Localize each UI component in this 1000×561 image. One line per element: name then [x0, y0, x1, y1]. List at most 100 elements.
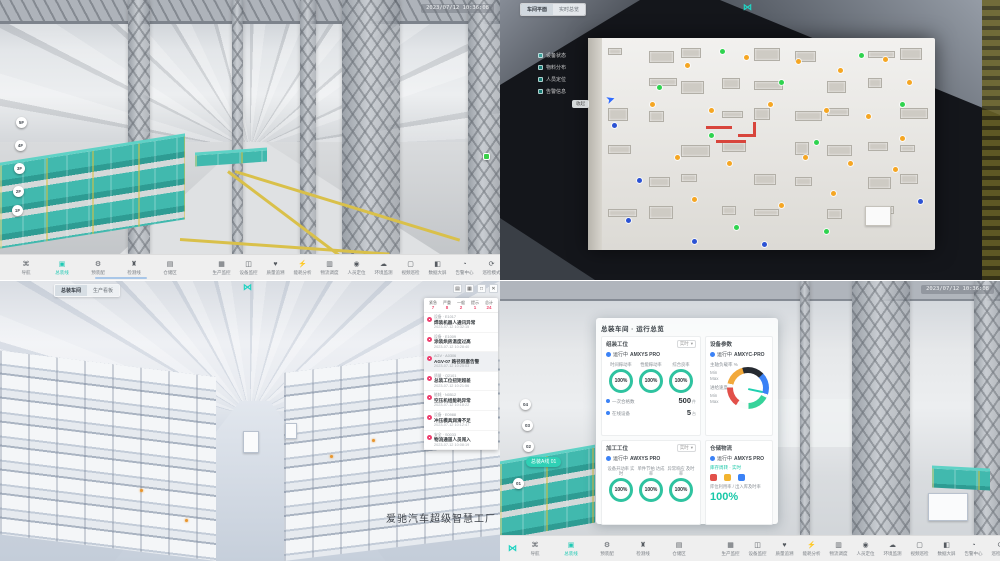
alarm-stat[interactable]: 严重 8	[440, 300, 454, 310]
status-dot[interactable]	[650, 102, 655, 107]
status-dot[interactable]	[893, 167, 898, 172]
toolbar-item[interactable]: ◧ 数据大屏	[424, 261, 451, 275]
toolbar-item[interactable]: ⚙ 预装配	[589, 542, 625, 556]
layer-toggle[interactable]: 设备状态	[538, 52, 566, 59]
alarm-stat[interactable]: 总计 24	[482, 300, 496, 310]
status-dot[interactable]	[779, 80, 784, 85]
status-dot[interactable]	[866, 114, 871, 119]
status-dot[interactable]	[883, 57, 888, 62]
layer-toggle[interactable]: 人员定位	[538, 76, 566, 83]
status-dot[interactable]	[796, 59, 801, 64]
toolbar-item[interactable]: ♥ 质量追溯	[262, 261, 289, 275]
status-dot[interactable]	[657, 85, 662, 90]
tool-button[interactable]: □	[477, 284, 486, 293]
toolbar-item[interactable]: ♜ 检测线	[116, 261, 152, 275]
app-logo-icon[interactable]: ⋈	[508, 543, 517, 554]
collapse-button[interactable]: 收起	[572, 100, 589, 108]
status-dot[interactable]	[768, 102, 773, 107]
status-dot[interactable]	[900, 136, 905, 141]
checkbox-icon[interactable]	[538, 77, 543, 82]
alarm-stat[interactable]: 提示 1	[468, 300, 482, 310]
tool-button[interactable]: ✕	[489, 284, 498, 293]
status-dot[interactable]	[720, 49, 725, 54]
toolbar-item[interactable]: ⌘ 导航	[8, 261, 44, 275]
status-dot[interactable]	[685, 63, 690, 68]
alarm-list-item[interactable]: 设备 · E1009 涂装烘房温度过高 2023-07-12 10:28:40	[424, 333, 498, 353]
toolbar-item[interactable]: ◉ 人员定位	[852, 542, 879, 556]
category-icon[interactable]	[738, 474, 745, 481]
view-tab[interactable]: 总装车间	[55, 285, 87, 296]
viewport-plant-map[interactable]: 车间平面 实时总览 ⋈ 设备状态 物料分布 人员定位	[500, 0, 1000, 280]
toolbar-item[interactable]: ▦ 生产监控	[717, 542, 744, 556]
status-dot[interactable]	[824, 229, 829, 234]
status-dot[interactable]	[814, 140, 819, 145]
toolbar-item[interactable]: ♜ 检测线	[625, 542, 661, 556]
category-icon[interactable]	[710, 474, 717, 481]
status-dot[interactable]	[734, 225, 739, 230]
toolbar-item[interactable]: ⌘ 导航	[517, 542, 553, 556]
status-dot[interactable]	[824, 108, 829, 113]
station-marker[interactable]: 04	[520, 399, 531, 410]
toolbar-item[interactable]: ☁ 环境监测	[879, 542, 906, 556]
toolbar-scroll-indicator[interactable]	[95, 277, 147, 279]
station-marker[interactable]: 02	[523, 441, 534, 452]
status-dot[interactable]	[918, 199, 923, 204]
toolbar-item[interactable]: ▣ 总装线	[553, 542, 589, 556]
status-dot[interactable]	[675, 155, 680, 160]
toolbar-item[interactable]: ☁ 环境监测	[370, 261, 397, 275]
status-dot[interactable]	[692, 197, 697, 202]
toolbar-item[interactable]: ▤ 仓储区	[661, 542, 697, 556]
toolbar-item[interactable]: ◫ 设备监控	[235, 261, 262, 275]
alarm-list-item[interactable]: 设备 · E0988 冲压模具润滑不足 2023-07-12 10:12:47	[424, 411, 498, 431]
toolbar-item[interactable]: ◔ 告警中心	[960, 542, 987, 556]
toolbar-item[interactable]: ▣ 总装线	[44, 261, 80, 275]
toolbar-item[interactable]: ▥ 物流调度	[825, 542, 852, 556]
alarm-list-item[interactable]: 设备 · E1017 焊装机器人通讯异常 2023-07-12 10:32:15	[424, 313, 498, 333]
status-dot[interactable]	[803, 155, 808, 160]
toolbar-item[interactable]: ▦ 生产监控	[208, 261, 235, 275]
floor-marker[interactable]: 1F	[12, 205, 23, 216]
toolbar-item[interactable]: ⚙ 预装配	[80, 261, 116, 275]
toolbar-item[interactable]: ▥ 物流调度	[316, 261, 343, 275]
floorplan-map[interactable]: ➤	[588, 38, 935, 250]
checkbox-icon[interactable]	[538, 89, 543, 94]
tool-button[interactable]: ▤	[453, 284, 462, 293]
alarm-list-item[interactable]: 质量 · Q2101 总装工位扭矩超差 2023-07-12 10:21:56	[424, 372, 498, 392]
floor-marker[interactable]: 2F	[13, 186, 24, 197]
alarm-list-item[interactable]: AGV · A0306 AGV-07 路径阻塞告警 2023-07-12 10:…	[424, 352, 498, 372]
checkbox-icon[interactable]	[538, 65, 543, 70]
status-dot[interactable]	[831, 191, 836, 196]
toolbar-item[interactable]: ⟳ 巡检模式	[987, 542, 1000, 556]
status-dot[interactable]	[744, 55, 749, 60]
status-dot[interactable]	[709, 133, 714, 138]
alarm-stat[interactable]: 紧急 7	[426, 300, 440, 310]
view-tab[interactable]: 车间平面	[521, 4, 553, 15]
status-dot[interactable]	[762, 242, 767, 247]
alarm-list-item[interactable]: 安全 · S0033 物流通道人员闯入 2023-07-12 10:08:19	[424, 431, 498, 451]
user-position-icon[interactable]: ➤	[604, 92, 617, 107]
category-icon[interactable]	[724, 474, 731, 481]
range-select[interactable]: 实时 ▾	[677, 340, 696, 348]
status-dot[interactable]	[859, 53, 864, 58]
status-dot[interactable]	[637, 178, 642, 183]
toolbar-item[interactable]: ◉ 人员定位	[343, 261, 370, 275]
station-marker[interactable]: 01	[513, 478, 524, 489]
status-dot[interactable]	[779, 203, 784, 208]
status-dot[interactable]	[848, 161, 853, 166]
toolbar-item[interactable]: ⟳ 巡检模式	[478, 261, 500, 275]
toolbar-item[interactable]: ▢ 视频巡检	[397, 261, 424, 275]
floor-marker[interactable]: 4F	[15, 140, 26, 151]
station-tag[interactable]: 总装A线 01	[526, 457, 561, 467]
toolbar-item[interactable]: ◔ 告警中心	[451, 261, 478, 275]
toolbar-item[interactable]: ▤ 仓储区	[152, 261, 188, 275]
view-tab[interactable]: 实时总览	[553, 4, 585, 15]
viewport-dashboard-3d[interactable]: 2023/07/12 10:36:08 04 03 02 01 总装A线 01 …	[500, 281, 1000, 561]
viewport-workshop-3d[interactable]: 2023/07/12 10:36:08 5F 4F 3F 2F 1F ⌘ 导航	[0, 0, 500, 280]
toolbar-item[interactable]: ⚡ 能耗分析	[798, 542, 825, 556]
view-tab[interactable]: 生产看板	[87, 285, 119, 296]
floor-marker[interactable]: 5F	[16, 117, 27, 128]
status-dot[interactable]	[692, 239, 697, 244]
toolbar-item[interactable]: ⚡ 能耗分析	[289, 261, 316, 275]
conveyor-machines[interactable]	[932, 465, 990, 490]
status-marker-green[interactable]	[483, 153, 490, 160]
